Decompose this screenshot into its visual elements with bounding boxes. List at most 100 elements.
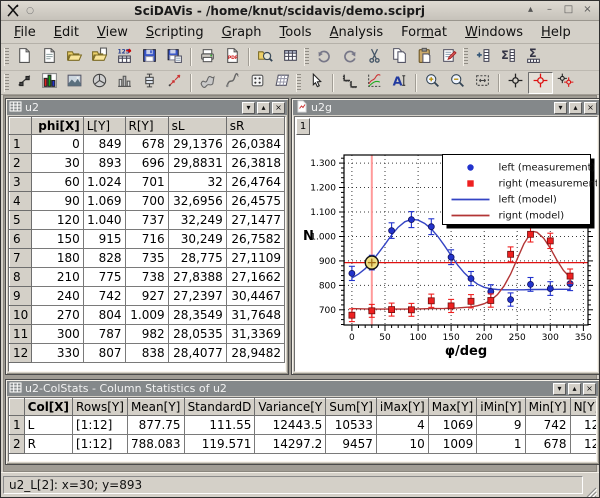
cell[interactable]: 701: [125, 173, 168, 192]
surface-3d-button[interactable]: [195, 72, 220, 94]
cell[interactable]: 0: [32, 135, 83, 154]
matrix-3d-button[interactable]: [270, 72, 295, 94]
cell[interactable]: 877.75: [127, 416, 184, 435]
row-header[interactable]: 2: [10, 435, 25, 454]
colstats-maximize-button[interactable]: ▴: [568, 383, 581, 395]
column-header[interactable]: Min[Y]: [525, 399, 570, 416]
row-header[interactable]: 4: [10, 192, 32, 211]
cell[interactable]: R: [24, 435, 72, 454]
row-header[interactable]: 2: [10, 154, 32, 173]
cell[interactable]: 270: [32, 306, 83, 325]
cell[interactable]: 1009: [428, 435, 477, 454]
cell[interactable]: 26,0384: [226, 135, 284, 154]
plot-canvas[interactable]: 7008009001.0001.1001.2001.30005010015020…: [295, 117, 598, 372]
cell[interactable]: 32: [168, 173, 226, 192]
column-header[interactable]: Mean[Y]: [127, 399, 184, 416]
cell[interactable]: 14297.2: [255, 435, 326, 454]
box-plot-button[interactable]: [137, 72, 162, 94]
cell[interactable]: 31,7648: [226, 306, 284, 325]
zoom-out-button[interactable]: [445, 72, 470, 94]
cell[interactable]: 982: [125, 325, 168, 344]
minimize-button[interactable]: –: [542, 3, 557, 18]
cell[interactable]: 27,1109: [226, 249, 284, 268]
row-header[interactable]: 9: [10, 287, 32, 306]
row-header[interactable]: 3: [10, 173, 32, 192]
u2g-close-button[interactable]: ×: [584, 102, 597, 114]
bars-3d-button[interactable]: [112, 72, 137, 94]
sticky-button[interactable]: ○: [24, 6, 36, 16]
zoom-in-button[interactable]: [420, 72, 445, 94]
cell[interactable]: 1.009: [125, 306, 168, 325]
x-axis-title[interactable]: φ/deg: [445, 344, 487, 359]
row-header[interactable]: 1: [10, 416, 25, 435]
column-statistics-button[interactable]: Σ: [496, 46, 521, 68]
column-header[interactable]: R[Y]: [125, 118, 168, 135]
layer-1-button[interactable]: 1: [296, 118, 310, 135]
row-header[interactable]: 6: [10, 230, 32, 249]
u2-titlebar[interactable]: u2 ▾▴×: [7, 100, 287, 115]
colstats-minimize-button[interactable]: ▾: [553, 383, 566, 395]
cell[interactable]: 927: [125, 287, 168, 306]
colstats-close-button[interactable]: ×: [583, 383, 596, 395]
new-project-button[interactable]: [12, 46, 37, 68]
copy-button[interactable]: [387, 46, 412, 68]
cell[interactable]: 738: [125, 268, 168, 287]
u2g-minimize-button[interactable]: ▾: [554, 102, 567, 114]
cell[interactable]: 828: [83, 249, 125, 268]
cell[interactable]: [1:12]: [73, 416, 128, 435]
cell[interactable]: 788.083: [127, 435, 184, 454]
cell[interactable]: 111.55: [184, 416, 255, 435]
import-ascii-button[interactable]: 123: [112, 46, 137, 68]
cell[interactable]: 12443.5: [255, 416, 326, 435]
select-all-corner[interactable]: [10, 118, 32, 135]
cell[interactable]: 27,8388: [168, 268, 226, 287]
cut-button[interactable]: [362, 46, 387, 68]
add-column-button[interactable]: [471, 46, 496, 68]
cell[interactable]: 28,4077: [168, 344, 226, 363]
row-header[interactable]: 11: [10, 325, 32, 344]
shade-button[interactable]: ▴: [523, 3, 538, 18]
menu-edit[interactable]: Edit: [45, 23, 88, 42]
cell[interactable]: 210: [32, 268, 83, 287]
menu-view[interactable]: View: [88, 23, 137, 42]
cell[interactable]: 10533: [326, 416, 377, 435]
screen-reader-button[interactable]: [503, 72, 528, 94]
add-text-button[interactable]: A: [387, 72, 412, 94]
cell[interactable]: 1.040: [83, 211, 125, 230]
cell[interactable]: 27,1662: [226, 268, 284, 287]
window-titlebar[interactable]: ○ SciDAVis - /home/knut/scidavis/demo.sc…: [1, 1, 599, 21]
cell[interactable]: 27,1477: [226, 211, 284, 230]
select-all-corner[interactable]: [10, 399, 25, 416]
cell[interactable]: [1:12]: [73, 435, 128, 454]
select-range-button[interactable]: [553, 72, 578, 94]
project-explorer-button[interactable]: [253, 46, 278, 68]
bar-plot-button[interactable]: [37, 72, 62, 94]
cell[interactable]: 9: [477, 416, 525, 435]
y-axis-title[interactable]: N: [303, 229, 314, 244]
cell[interactable]: 90: [32, 192, 83, 211]
export-pdf-button[interactable]: PDF: [220, 46, 245, 68]
toolbar-handle[interactable]: [4, 48, 9, 66]
cell[interactable]: 26,3818: [226, 154, 284, 173]
cell[interactable]: 915: [83, 230, 125, 249]
cell[interactable]: L: [24, 416, 72, 435]
print-button[interactable]: [195, 46, 220, 68]
data-reader-marker[interactable]: [365, 256, 378, 269]
menu-format[interactable]: Format: [392, 23, 456, 42]
new-layer-button[interactable]: [337, 72, 362, 94]
cell[interactable]: 180: [32, 249, 83, 268]
cell[interactable]: 4: [376, 416, 428, 435]
column-header[interactable]: L[Y]: [83, 118, 125, 135]
row-header[interactable]: 8: [10, 268, 32, 287]
u2-minimize-button[interactable]: ▾: [242, 102, 255, 114]
cell[interactable]: 30,249: [168, 230, 226, 249]
column-header[interactable]: iMin[Y]: [477, 399, 525, 416]
cell[interactable]: 28,9482: [226, 344, 284, 363]
cell[interactable]: 29,1376: [168, 135, 226, 154]
row-header[interactable]: 1: [10, 135, 32, 154]
rescale-button[interactable]: [470, 72, 495, 94]
column-header[interactable]: phi[X]: [32, 118, 83, 135]
save-project-button[interactable]: [137, 46, 162, 68]
cell[interactable]: 700: [125, 192, 168, 211]
cell[interactable]: 30,4467: [226, 287, 284, 306]
